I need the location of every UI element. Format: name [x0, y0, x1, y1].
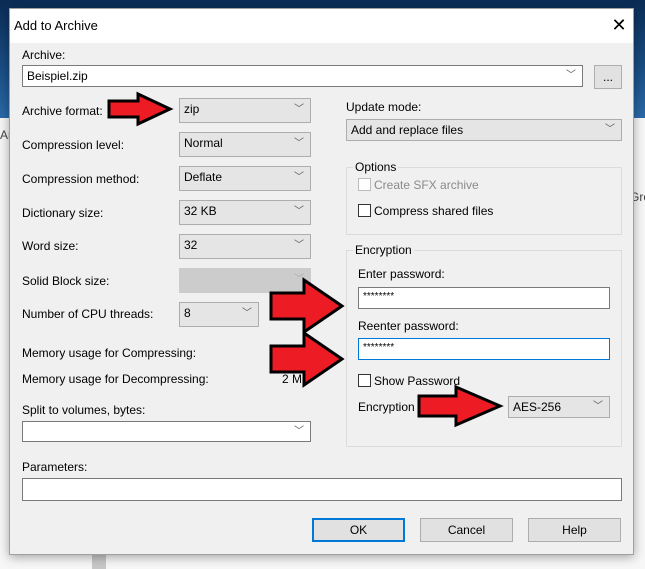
word-size-select[interactable]: 32 ﹀ [179, 234, 311, 259]
options-group: Options Create SFX archive Compress shar… [346, 160, 622, 235]
help-button[interactable]: Help [528, 518, 621, 542]
encryption-method-value: AES-256 [513, 400, 562, 414]
cancel-button[interactable]: Cancel [420, 518, 513, 542]
compression-level-label: Compression level: [22, 138, 125, 152]
create-sfx-label: Create SFX archive [374, 178, 479, 192]
chevron-down-icon: ﹀ [294, 104, 304, 115]
word-size-value: 32 [184, 238, 198, 252]
split-volumes-combobox[interactable]: ﹀ [22, 421, 311, 442]
memory-compress-label: Memory usage for Compressing: [22, 346, 197, 360]
archive-value: Beispiel.zip [27, 69, 88, 83]
archive-format-value: zip [184, 102, 200, 116]
title-bar: Add to Archive ✕ [10, 9, 633, 43]
ok-button[interactable]: OK [312, 518, 405, 542]
cpu-threads-label: Number of CPU threads: [22, 307, 154, 321]
chevron-down-icon: ﹀ [242, 308, 252, 319]
archive-combobox[interactable]: Beispiel.zip ﹀ [22, 65, 583, 87]
create-sfx-checkbox [358, 178, 371, 191]
cpu-threads-value: 8 [184, 306, 191, 320]
archive-format-label: Archive format: [22, 104, 103, 118]
chevron-down-icon: ﹀ [294, 172, 304, 183]
red-arrow-icon [269, 330, 345, 388]
red-arrow-icon [417, 384, 504, 428]
split-volumes-label: Split to volumes, bytes: [22, 403, 146, 417]
chevron-down-icon: ﹀ [294, 240, 304, 251]
show-password-checkbox[interactable] [358, 374, 371, 387]
compression-level-select[interactable]: Normal ﹀ [179, 132, 311, 157]
options-title: Options [353, 160, 399, 174]
red-arrow-icon [269, 277, 345, 335]
chevron-down-icon: ﹀ [605, 124, 615, 135]
close-icon[interactable]: ✕ [608, 14, 630, 36]
parameters-label: Parameters: [22, 460, 88, 474]
compression-method-value: Deflate [184, 170, 223, 184]
parameters-input[interactable] [22, 478, 622, 501]
dialog-title: Add to Archive [14, 18, 98, 33]
archive-format-select[interactable]: zip ﹀ [179, 98, 311, 123]
encryption-title: Encryption [353, 243, 414, 257]
memory-decompress-label: Memory usage for Decompressing: [22, 372, 209, 386]
red-arrow-icon [107, 91, 174, 127]
dictionary-size-value: 32 KB [184, 204, 217, 218]
reenter-password-input[interactable]: ******** [358, 338, 610, 360]
update-mode-select[interactable]: Add and replace files ﹀ [346, 119, 622, 141]
chevron-down-icon: ﹀ [294, 206, 304, 217]
chevron-down-icon: ﹀ [294, 138, 304, 149]
enter-password-label: Enter password: [358, 267, 445, 281]
compression-level-value: Normal [184, 136, 223, 150]
chevron-down-icon: ﹀ [593, 401, 603, 412]
compression-method-select[interactable]: Deflate ﹀ [179, 166, 311, 191]
solid-block-size-label: Solid Block size: [22, 274, 110, 288]
chevron-down-icon: ﹀ [294, 426, 304, 437]
browse-button[interactable]: ... [594, 65, 622, 89]
chevron-down-icon: ﹀ [566, 70, 576, 81]
cpu-threads-select[interactable]: 8 ﹀ [179, 302, 259, 327]
archive-label: Archive: [22, 48, 66, 62]
update-mode-label: Update mode: [346, 100, 422, 114]
encryption-method-select[interactable]: AES-256 ﹀ [508, 396, 610, 418]
enter-password-input[interactable]: ******** [358, 287, 610, 309]
compress-shared-checkbox[interactable] [358, 204, 371, 217]
compression-method-label: Compression method: [22, 172, 140, 186]
reenter-password-label: Reenter password: [358, 319, 459, 333]
compress-shared-label: Compress shared files [374, 204, 494, 218]
dictionary-size-label: Dictionary size: [22, 206, 104, 220]
update-mode-value: Add and replace files [351, 123, 464, 137]
word-size-label: Word size: [22, 239, 79, 253]
dictionary-size-select[interactable]: 32 KB ﹀ [179, 200, 311, 225]
